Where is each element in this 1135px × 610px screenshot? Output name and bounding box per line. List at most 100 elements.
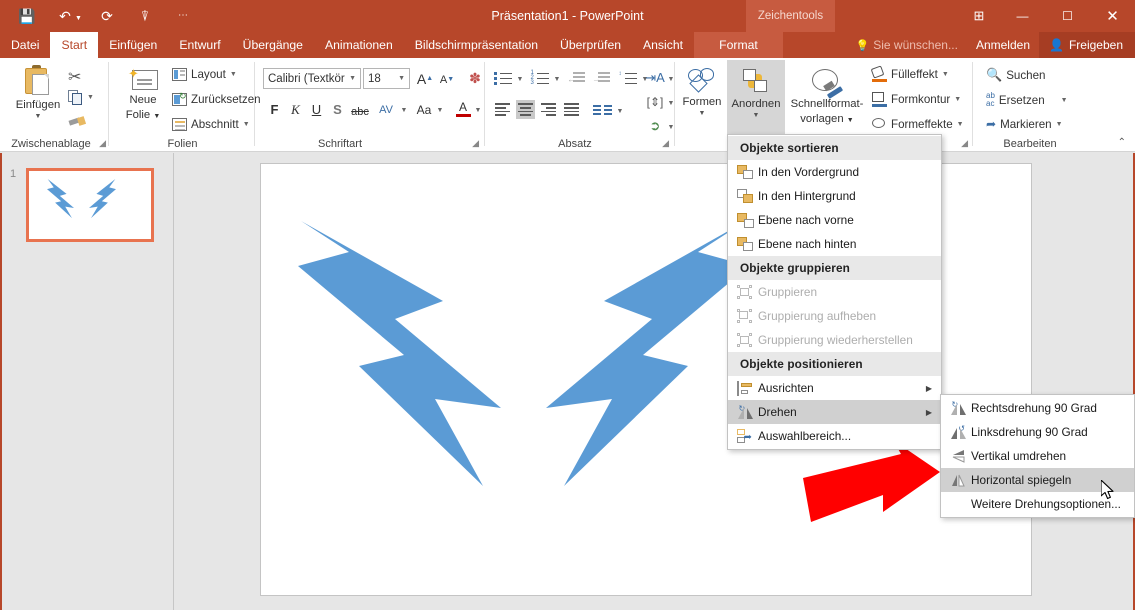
increase-font-size-button[interactable]: A ▲ [415, 68, 435, 89]
text-shadow-button[interactable]: S [328, 100, 347, 119]
line-spacing-button[interactable]: ↕ [618, 69, 640, 88]
increase-indent-button[interactable]: → [592, 69, 612, 88]
menu-item-weitere-drehungsoptionen[interactable]: Weitere Drehungsoptionen... [941, 492, 1134, 516]
strikethrough-button[interactable]: abc [349, 102, 371, 121]
tab-ueberpruefen[interactable]: Überprüfen [549, 32, 632, 58]
tab-datei[interactable]: Datei [0, 32, 50, 58]
collapse-ribbon-icon[interactable]: ⌃ [1118, 137, 1126, 148]
maximize-icon[interactable]: ☐ [1045, 0, 1090, 32]
shape-effects-dropdown-icon[interactable]: ▼ [957, 121, 964, 128]
tab-start[interactable]: Start [50, 32, 99, 58]
new-slide-button[interactable]: ✦ Neue Folie ▼ [116, 67, 170, 121]
tab-animationen[interactable]: Animationen [314, 32, 404, 58]
change-case-button[interactable]: Aa [412, 100, 436, 119]
menu-item-ebene-nach-hinten[interactable]: Ebene nach hinten [728, 232, 941, 256]
shape-effects-button[interactable]: Formeffekte ▼ [872, 117, 964, 131]
bold-button[interactable]: F [265, 100, 284, 119]
font-name-input[interactable]: Calibri (Textkör ▼ [263, 68, 361, 89]
tab-einfuegen[interactable]: Einfügen [98, 32, 168, 58]
arrange-dropdown-icon[interactable]: ▼ [753, 112, 760, 120]
select-label: Markieren [1000, 117, 1052, 131]
menu-item-drehen[interactable]: ↻ Drehen ▶ [728, 400, 941, 424]
share-button[interactable]: 👤 Freigeben [1039, 32, 1135, 58]
menu-item-in-den-vordergrund[interactable]: In den Vordergrund [728, 160, 941, 184]
shape-lightning-bolt-right[interactable] [546, 221, 749, 486]
replace-dropdown-icon[interactable]: ▼ [1061, 97, 1068, 104]
layout-button[interactable]: Layout ▼ [172, 68, 237, 81]
paragraph-dialog-launcher-icon[interactable]: ◢ [662, 138, 669, 149]
menu-item-auswahlbereich[interactable]: ➦ Auswahlbereich... [728, 424, 941, 448]
columns-dropdown-icon[interactable]: ▼ [615, 105, 625, 117]
clear-formatting-button[interactable]: ✽ [465, 68, 485, 89]
font-name-dropdown-icon[interactable]: ▼ [349, 75, 356, 82]
replace-button[interactable]: ab ac Ersetzen ▼ [986, 92, 1068, 108]
decrease-font-size-button[interactable]: A ▼ [437, 69, 457, 90]
numbering-button[interactable]: 1 2 3 [530, 69, 552, 88]
shape-outline-button[interactable]: Formkontur ▼ [872, 92, 961, 107]
cut-button[interactable]: ✂ [68, 67, 81, 87]
shape-fill-icon [870, 65, 887, 82]
change-case-dropdown-icon[interactable]: ▼ [435, 104, 445, 116]
find-button[interactable]: 🔍 Suchen [986, 67, 1046, 83]
section-button[interactable]: Abschnitt ▼ [172, 118, 250, 131]
select-dropdown-icon[interactable]: ▼ [1056, 121, 1063, 128]
tab-ansicht[interactable]: Ansicht [632, 32, 694, 58]
menu-item-linksdrehung-90-grad[interactable]: ↻ Linksdrehung 90 Grad [941, 420, 1134, 444]
paste-button[interactable]: Einfügen ▼ [10, 65, 66, 120]
quick-styles-button[interactable]: Schnellformat- vorlagen ▼ [786, 68, 868, 125]
underline-button[interactable]: U [307, 100, 326, 119]
layout-dropdown-icon[interactable]: ▼ [230, 71, 237, 78]
font-dialog-launcher-icon[interactable]: ◢ [472, 138, 479, 149]
arrange-button[interactable]: Anordnen ▼ [727, 60, 785, 142]
bullets-button[interactable] [493, 69, 515, 88]
copy-button[interactable]: ▼ [68, 90, 94, 105]
reset-button[interactable]: ↻ Zurücksetzen [172, 91, 261, 106]
format-painter-button[interactable] [68, 115, 87, 129]
select-button[interactable]: ➦ Markieren ▼ [986, 117, 1063, 131]
shape-fill-dropdown-icon[interactable]: ▼ [942, 71, 949, 78]
shape-outline-dropdown-icon[interactable]: ▼ [954, 96, 961, 103]
convert-smartart-button[interactable]: ➲ [643, 115, 667, 137]
section-dropdown-icon[interactable]: ▼ [243, 121, 250, 128]
font-size-input[interactable]: 18 ▼ [363, 68, 410, 89]
align-left-button[interactable] [493, 100, 512, 119]
columns-button[interactable] [593, 102, 615, 121]
close-icon[interactable]: ✕ [1090, 0, 1135, 32]
font-color-button[interactable]: A [454, 98, 472, 120]
paste-dropdown-icon[interactable]: ▼ [35, 113, 42, 121]
font-color-dropdown-icon[interactable]: ▼ [473, 104, 483, 116]
justify-button[interactable] [562, 100, 581, 119]
menu-item-vertikal-umdrehen[interactable]: Vertikal umdrehen [941, 444, 1134, 468]
tell-me-box[interactable]: 💡 Sie wünschen... [847, 38, 967, 52]
shapes-dropdown-icon[interactable]: ▼ [699, 110, 706, 118]
bullets-dropdown-icon[interactable]: ▼ [515, 73, 525, 85]
character-spacing-button[interactable]: AV [373, 100, 399, 119]
character-spacing-dropdown-icon[interactable]: ▼ [399, 104, 409, 116]
tab-entwurf[interactable]: Entwurf [168, 32, 231, 58]
align-center-button[interactable] [516, 100, 535, 119]
menu-item-horizontal-spiegeln[interactable]: Horizontal spiegeln [941, 468, 1134, 492]
slide-thumbnail-1[interactable] [26, 168, 154, 242]
shape-fill-button[interactable]: Fülleffekt ▼ [870, 65, 949, 82]
shape-lightning-bolt-left[interactable] [298, 221, 501, 486]
menu-item-in-den-hintergrund[interactable]: In den Hintergrund [728, 184, 941, 208]
shapes-button[interactable]: Formen ▼ [678, 68, 726, 117]
decrease-indent-button[interactable]: ← [567, 69, 587, 88]
menu-item-ebene-nach-vorne[interactable]: Ebene nach vorne [728, 208, 941, 232]
tab-bildschirmpraesentation[interactable]: Bildschirmpräsentation [404, 32, 549, 58]
clipboard-dialog-launcher-icon[interactable]: ◢ [99, 138, 106, 149]
menu-item-ausrichten[interactable]: Ausrichten ▶ [728, 376, 941, 400]
font-size-dropdown-icon[interactable]: ▼ [398, 75, 405, 82]
tab-format[interactable]: Format [693, 32, 783, 58]
menu-item-rechtsdrehung-90-grad[interactable]: ↻ Rechtsdrehung 90 Grad [941, 396, 1134, 420]
sign-in-button[interactable]: Anmelden [967, 38, 1039, 52]
numbering-dropdown-icon[interactable]: ▼ [552, 73, 562, 85]
copy-dropdown-icon[interactable]: ▼ [87, 94, 94, 101]
minimize-icon[interactable]: — [1000, 0, 1045, 32]
italic-button[interactable]: K [286, 100, 305, 119]
tab-uebergaenge[interactable]: Übergänge [232, 32, 314, 58]
text-direction-button[interactable]: ⇥A [643, 67, 667, 89]
align-text-button[interactable]: [⇕] [643, 91, 667, 113]
align-right-button[interactable] [539, 100, 558, 119]
ribbon-display-options-icon[interactable]: ⊞ [958, 0, 1000, 32]
